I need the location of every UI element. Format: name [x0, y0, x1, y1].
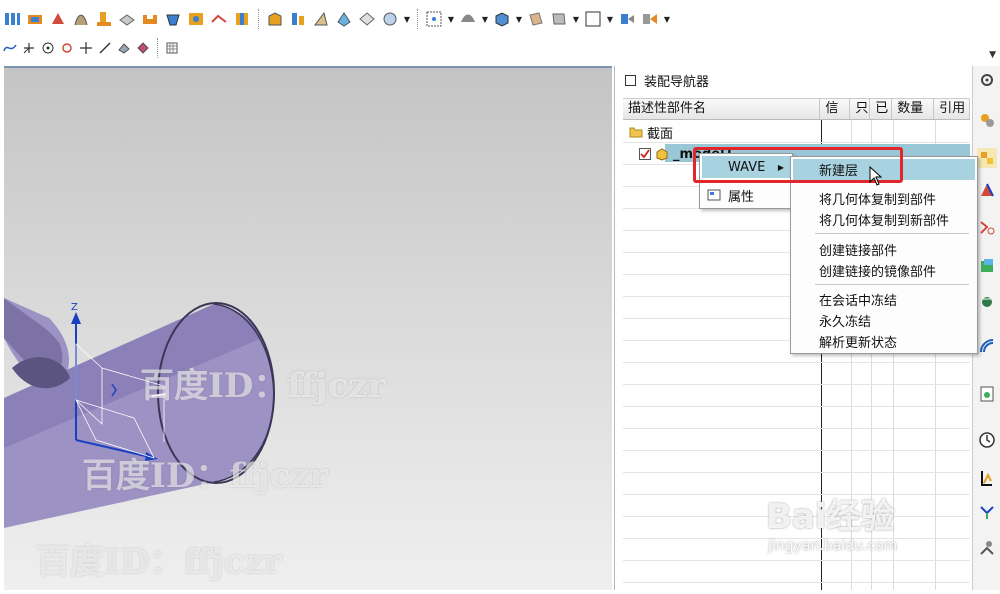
document-icon[interactable] — [977, 384, 997, 404]
edge-blend-icon[interactable] — [265, 9, 285, 29]
column-header-modified[interactable]: 已 — [870, 99, 893, 119]
checkbox-checked-icon[interactable] — [639, 148, 651, 160]
grid-icon[interactable] — [164, 40, 180, 56]
chevron-down-icon[interactable]: ▼ — [572, 15, 580, 24]
chevron-down-icon[interactable]: ▼ — [447, 15, 455, 24]
chevron-down-icon[interactable]: ▼ — [481, 15, 489, 24]
chevron-down-icon[interactable]: ▼ — [403, 15, 411, 24]
background-icon[interactable] — [583, 9, 603, 29]
folder-icon — [629, 125, 643, 139]
chamfer-icon[interactable] — [288, 9, 308, 29]
pin-checkbox[interactable] — [625, 74, 636, 86]
roles-icon[interactable] — [977, 538, 997, 558]
column-header-name[interactable]: 描述性部件名 — [623, 99, 821, 119]
perpendicular-icon[interactable] — [21, 40, 37, 56]
thread-icon[interactable] — [209, 9, 229, 29]
baidu-url: jingyan.baidu.com — [768, 538, 898, 554]
sweep-icon[interactable] — [2, 9, 22, 29]
toolbar-separator — [157, 38, 158, 58]
menu-item-create-linked-part[interactable]: 创建链接部件 — [793, 239, 975, 260]
center-point-icon[interactable] — [40, 40, 56, 56]
toolbar-separator — [417, 9, 418, 29]
tree-node-section[interactable]: 截面 — [629, 123, 674, 142]
navigator-header: 描述性部件名 信 只 已 数量 引用 — [623, 98, 971, 120]
slot-icon[interactable] — [140, 9, 160, 29]
toolbar-scroll-icon[interactable]: ▼ — [989, 50, 996, 60]
point-on-face-icon[interactable] — [116, 40, 132, 56]
existing-point-icon[interactable] — [78, 40, 94, 56]
navigator-title-bar: 装配导航器 — [615, 66, 970, 94]
trim-body-icon[interactable] — [357, 9, 377, 29]
menu-item-label: 属性 — [728, 189, 755, 205]
z-axis-label: Z — [71, 302, 78, 313]
menu-item-create-linked-mirror-part[interactable]: 创建链接的镜像部件 — [793, 260, 975, 281]
toolbar-separator — [258, 9, 259, 29]
column-header-readonly[interactable]: 只 — [850, 99, 871, 119]
column-header-reference[interactable]: 引用 — [934, 99, 971, 119]
watermark: 百度ID：ffjczr — [36, 542, 282, 582]
curve-icon[interactable] — [2, 40, 18, 56]
graphics-viewport[interactable]: Z 百度ID：ffjczr 百度ID：ffjczr 百度ID：ffjczr — [4, 66, 612, 590]
fit-view-icon[interactable] — [424, 9, 444, 29]
orient-view-icon[interactable] — [492, 9, 512, 29]
component-icon — [655, 147, 669, 161]
shell-icon[interactable] — [334, 9, 354, 29]
menu-divider — [815, 233, 969, 234]
move-layer-icon[interactable] — [549, 9, 569, 29]
render-style-icon[interactable] — [458, 9, 478, 29]
hole-icon[interactable] — [186, 9, 206, 29]
line-icon[interactable] — [97, 40, 113, 56]
constraint-icon[interactable] — [977, 180, 997, 200]
point-on-surface-icon[interactable] — [135, 40, 151, 56]
quadrant-icon[interactable] — [59, 40, 75, 56]
snap-toolbar — [0, 36, 180, 60]
system-materials-icon[interactable] — [977, 468, 997, 488]
extrude-icon[interactable] — [48, 9, 68, 29]
watermark: 百度ID：ffjczr — [140, 366, 386, 406]
revolve-icon[interactable] — [71, 9, 91, 29]
menu-item-properties[interactable]: 属性 — [702, 184, 790, 206]
tree-node-label: 截面 — [647, 126, 674, 142]
baidu-jingyan-logo: Bai经验 jingyan.baidu.com — [766, 489, 897, 554]
assembly-navigator-icon[interactable] — [977, 148, 997, 168]
layer-icon[interactable] — [526, 9, 546, 29]
chevron-down-icon[interactable]: ▼ — [663, 15, 671, 24]
history-palette-icon[interactable] — [977, 336, 997, 356]
split-body-icon[interactable] — [380, 9, 400, 29]
menu-item-resolve-update-status[interactable]: 解析更新状态 — [793, 331, 975, 352]
column-header-info[interactable]: 信 — [820, 99, 851, 119]
clock-icon[interactable] — [977, 430, 997, 450]
menu-item-copy-geometry-to-part[interactable]: 将几何体复制到部件 — [793, 188, 975, 209]
chevron-down-icon[interactable]: ▼ — [606, 15, 614, 24]
reuse-library-icon[interactable] — [977, 218, 997, 238]
watermark: 百度ID：ffjczr — [82, 456, 328, 496]
main-toolbar: ▼ ▼ ▼ ▼ ▼ ▼ ▼ — [0, 5, 671, 33]
gear-icon[interactable] — [977, 70, 997, 90]
part-navigator-icon[interactable] — [977, 110, 997, 130]
menu-divider — [815, 284, 969, 285]
section-view-icon[interactable] — [640, 9, 660, 29]
navigator-title: 装配导航器 — [644, 74, 710, 90]
menu-item-copy-geometry-to-new-part[interactable]: 将几何体复制到新部件 — [793, 209, 975, 230]
menu-item-freeze-in-session[interactable]: 在会话中冻结 — [793, 289, 975, 310]
boss-icon[interactable] — [94, 9, 114, 29]
column-header-quantity[interactable]: 数量 — [892, 99, 935, 119]
wave-submenu: 新建层 将几何体复制到部件 将几何体复制到新部件 创建链接部件 创建链接的镜像部… — [790, 156, 978, 354]
groove-icon[interactable] — [163, 9, 183, 29]
baidu-logo-text: Bai经验 — [766, 497, 895, 537]
process-studio-icon[interactable] — [977, 502, 997, 522]
draft-icon[interactable] — [311, 9, 331, 29]
tube-icon[interactable] — [25, 9, 45, 29]
web-browser-icon[interactable] — [977, 290, 997, 310]
rib-icon[interactable] — [232, 9, 252, 29]
show-hide-icon[interactable] — [617, 9, 637, 29]
menu-item-freeze-permanently[interactable]: 永久冻结 — [793, 310, 975, 331]
hd3d-icon[interactable] — [977, 256, 997, 276]
chevron-down-icon[interactable]: ▼ — [515, 15, 523, 24]
pipe-model — [4, 298, 275, 528]
properties-icon — [706, 187, 722, 203]
mouse-cursor-icon — [869, 166, 883, 186]
pad-icon[interactable] — [117, 9, 137, 29]
